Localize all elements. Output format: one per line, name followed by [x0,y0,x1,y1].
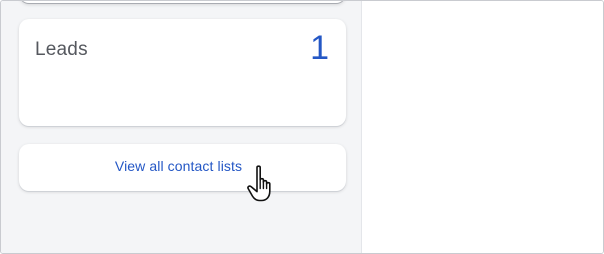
view-all-contact-lists-button[interactable]: View all contact lists [19,144,346,191]
leads-card-label: Leads [35,39,88,60]
screenshot-frame: Leads 1 View all contact lists [0,0,604,254]
detail-panel [362,1,603,253]
leads-card[interactable]: Leads 1 [19,19,346,126]
contact-lists-panel: Leads 1 View all contact lists [1,1,362,253]
previous-card-edge [19,1,346,3]
leads-count: 1 [310,29,329,67]
view-all-contact-lists-label: View all contact lists [114,158,243,174]
